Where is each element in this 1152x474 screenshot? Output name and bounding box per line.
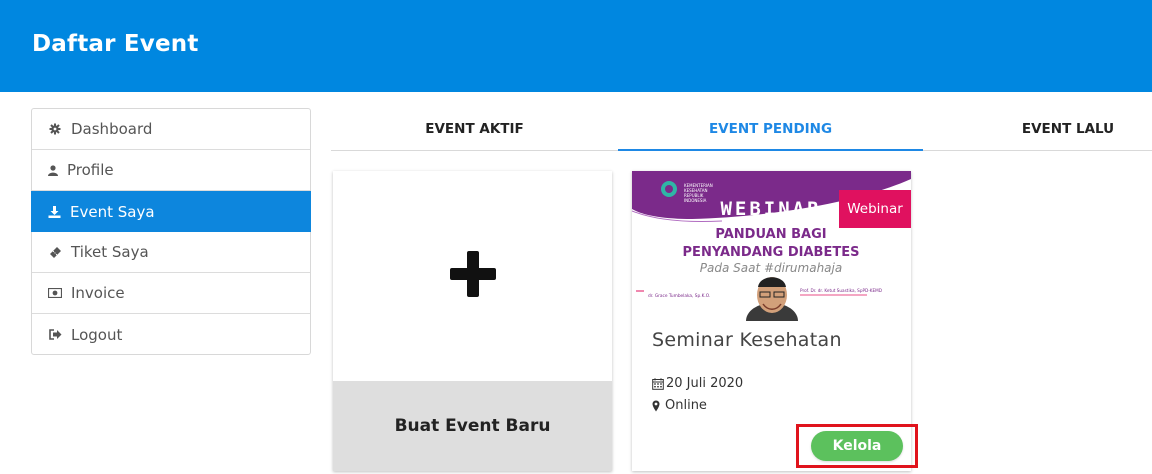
- svg-text:INDONESIA: INDONESIA: [684, 198, 707, 203]
- map-marker-icon: [652, 400, 660, 412]
- svg-text:WEBINAR: WEBINAR: [720, 198, 821, 220]
- event-date-text: 20 Juli 2020: [666, 376, 744, 391]
- sidebar-item-profile[interactable]: Profile: [32, 150, 310, 191]
- plus-area: [333, 171, 612, 381]
- event-type-badge: Webinar: [839, 190, 911, 228]
- kelola-highlight: Kelola: [796, 424, 918, 468]
- svg-text:Prof. Dr. dr. Ketut Suastika,: Prof. Dr. dr. Ketut Suastika, SpPD-KEMD: [800, 288, 882, 293]
- event-location: Online: [652, 398, 707, 413]
- sidebar-item-label: Tiket Saya: [71, 243, 149, 261]
- sidebar-item-label: Logout: [71, 325, 123, 344]
- sidebar-item-label: Event Saya: [70, 202, 155, 221]
- sidebar-item-label: Dashboard: [71, 120, 153, 138]
- money-icon: [47, 285, 63, 301]
- user-icon: [47, 162, 59, 178]
- sidebar-item-invoice[interactable]: Invoice: [32, 273, 310, 314]
- plus-icon: [449, 250, 496, 302]
- sidebar-item-dashboard[interactable]: Dashboard: [32, 109, 310, 150]
- gear-icon: [47, 121, 63, 137]
- svg-text:Pada Saat #dirumahaja: Pada Saat #dirumahaja: [700, 261, 842, 275]
- download-icon: [46, 204, 62, 220]
- event-location-text: Online: [665, 398, 707, 413]
- sidebar-item-logout[interactable]: Logout: [32, 314, 310, 355]
- new-event-card[interactable]: Buat Event Baru: [333, 171, 612, 471]
- sidebar-item-label: Invoice: [71, 284, 125, 302]
- page-title: Daftar Event: [32, 31, 199, 57]
- sidebar-item-event-saya[interactable]: Event Saya: [31, 191, 311, 232]
- ministry-logo: [661, 181, 677, 197]
- svg-text:PENYANDANG DIABETES: PENYANDANG DIABETES: [683, 245, 860, 260]
- event-date: 20 Juli 2020: [652, 376, 743, 391]
- sidebar-menu: Dashboard Profile Event Saya Tiket Saya …: [31, 108, 311, 355]
- event-title: Seminar Kesehatan: [652, 329, 842, 351]
- sign-out-icon: [47, 327, 63, 343]
- sidebar-item-label: Profile: [67, 161, 114, 179]
- tab-event-pending[interactable]: EVENT PENDING: [618, 108, 923, 151]
- svg-text:dr. Grace Tumbelaka, Sp.K.O.: dr. Grace Tumbelaka, Sp.K.O.: [648, 293, 710, 299]
- event-tabs: EVENT AKTIF EVENT PENDING EVENT LALU: [331, 108, 1152, 151]
- tab-event-aktif[interactable]: EVENT AKTIF: [331, 108, 618, 150]
- svg-text:PANDUAN BAGI: PANDUAN BAGI: [715, 227, 826, 242]
- calendar-icon: [652, 377, 664, 390]
- kelola-button[interactable]: Kelola: [811, 431, 903, 461]
- page-header: Daftar Event: [0, 0, 1152, 92]
- ticket-icon: [47, 244, 63, 260]
- sidebar-item-tiket-saya[interactable]: Tiket Saya: [32, 232, 310, 273]
- new-event-label: Buat Event Baru: [333, 381, 612, 471]
- tab-event-lalu[interactable]: EVENT LALU: [923, 108, 1152, 150]
